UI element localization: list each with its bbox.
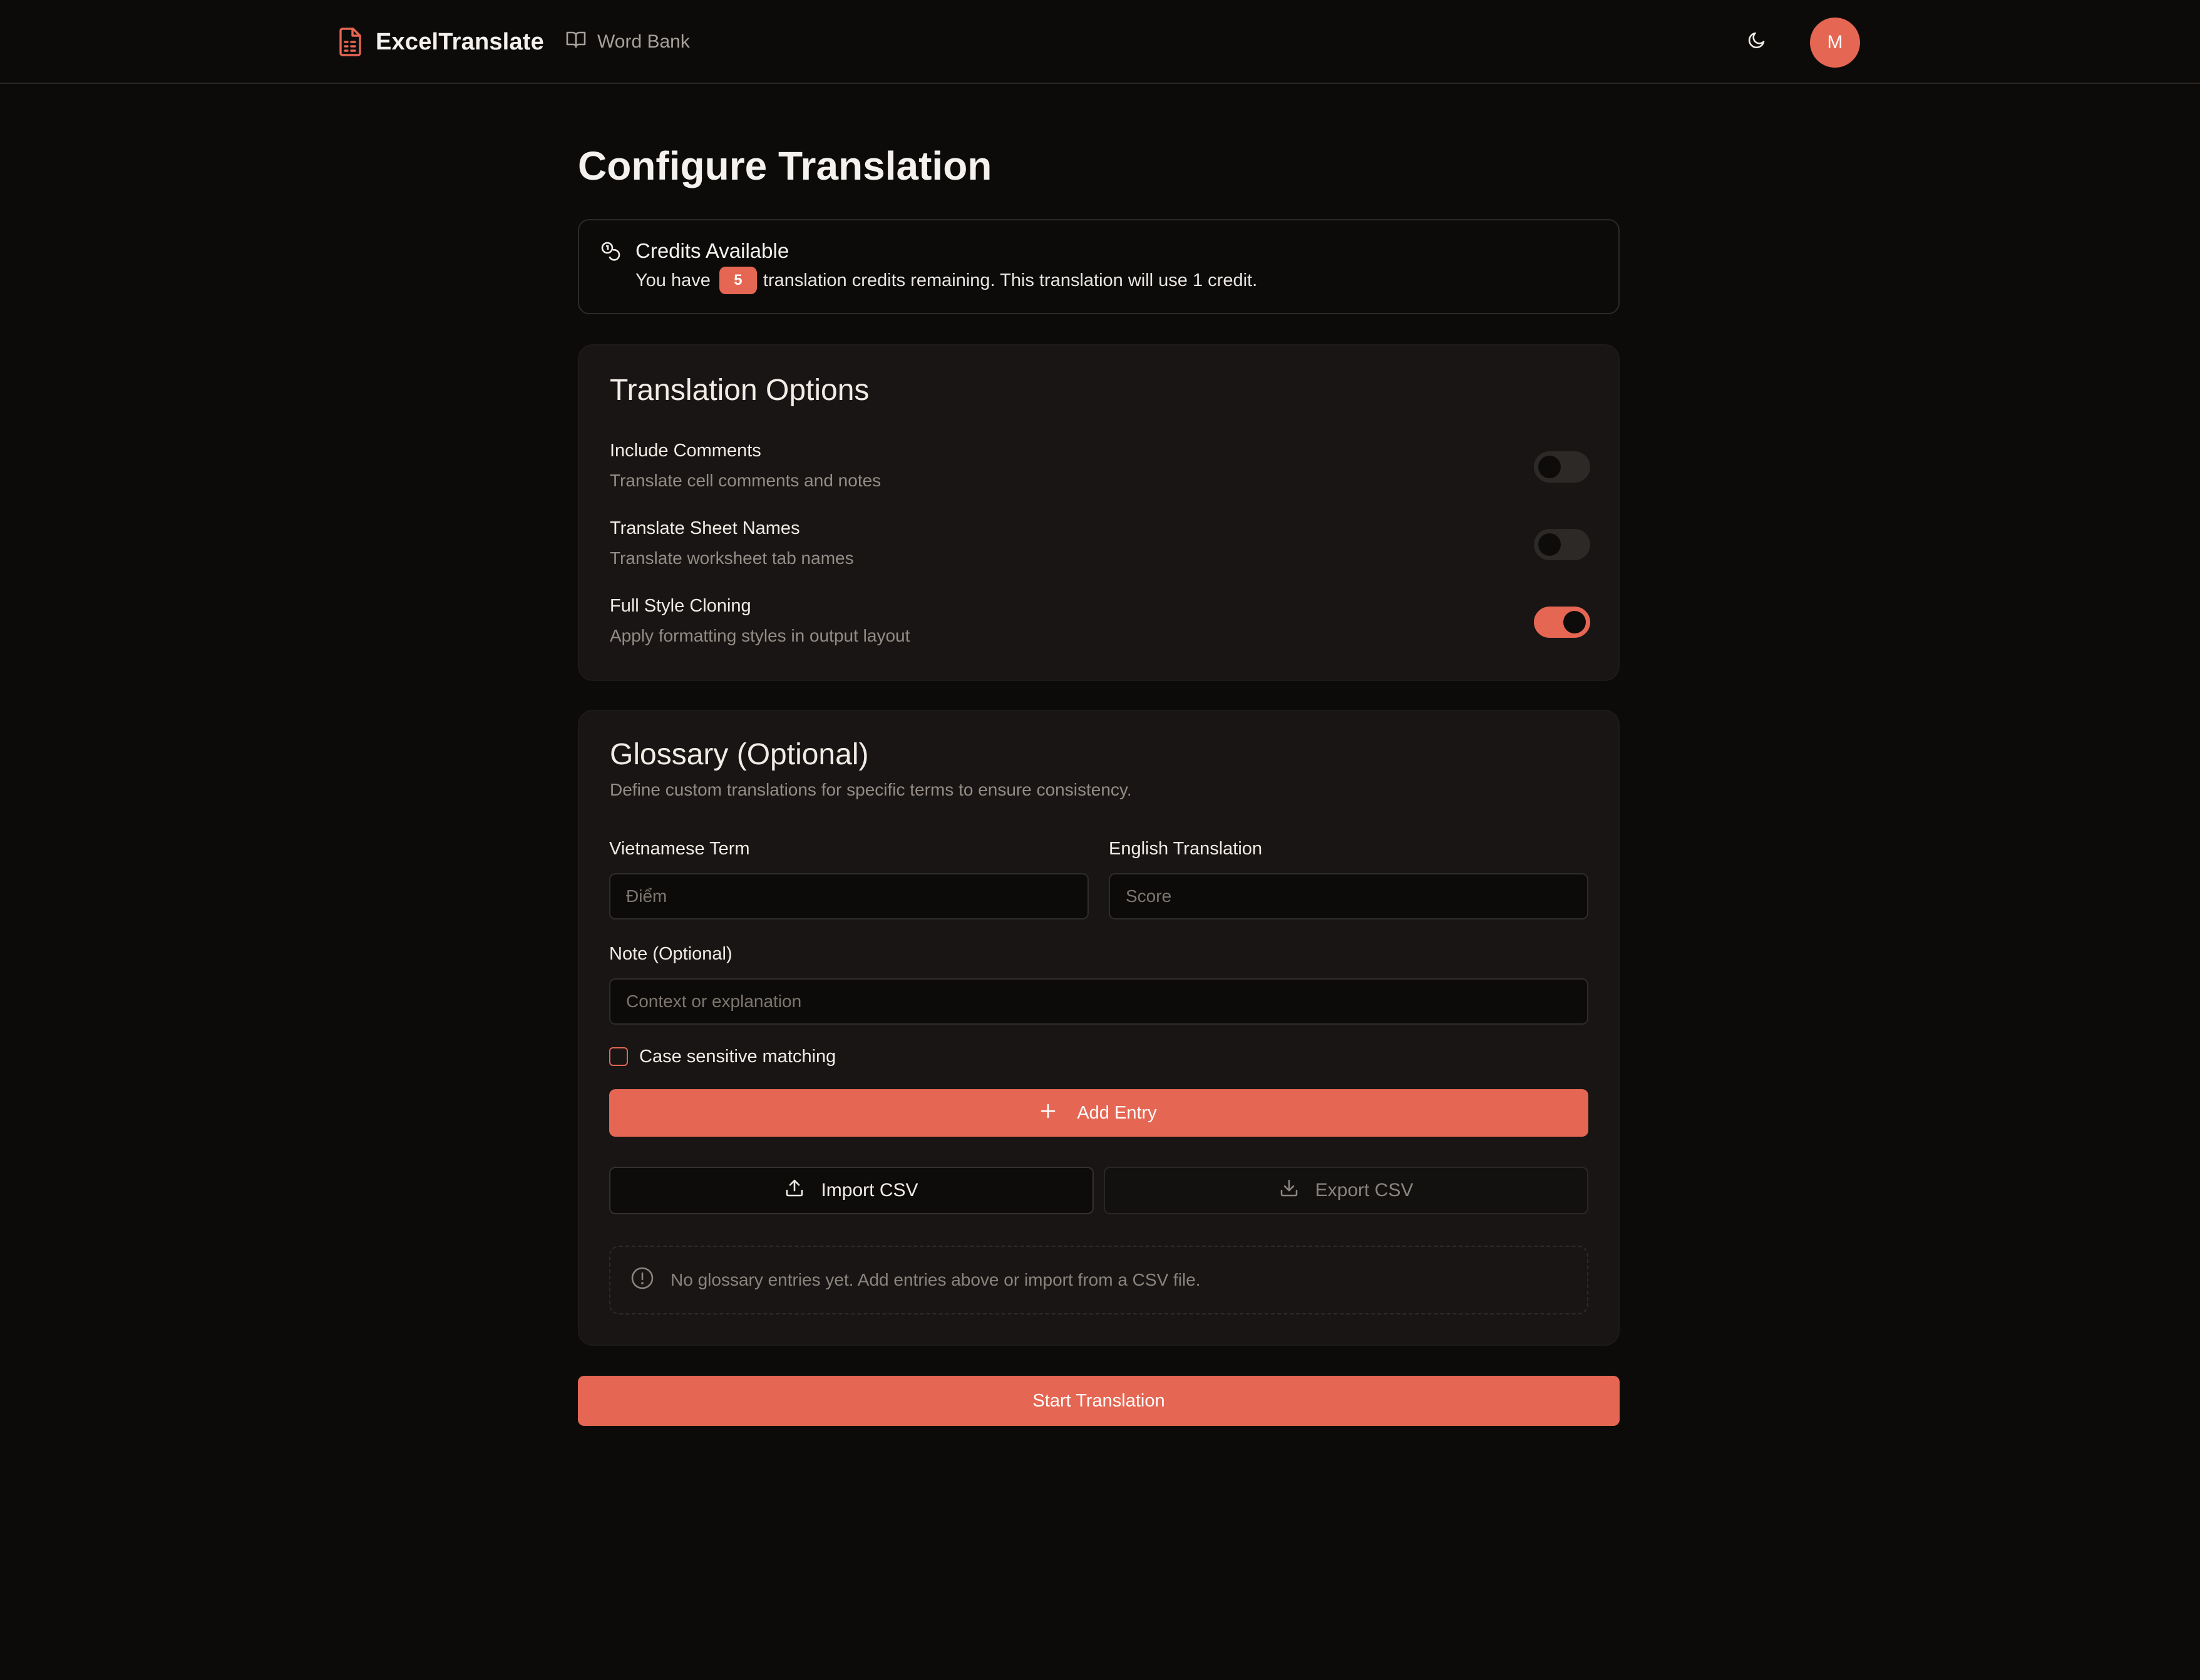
- add-entry-label: Add Entry: [1077, 1102, 1157, 1123]
- glossary-empty-state: No glossary entries yet. Add entries abo…: [609, 1246, 1588, 1314]
- upload-icon: [784, 1178, 804, 1203]
- credits-alert: Credits Available You have 5 translation…: [578, 219, 1620, 314]
- export-csv-label: Export CSV: [1315, 1180, 1414, 1201]
- note-label: Note (Optional): [609, 944, 732, 964]
- credits-message: You have 5 translation credits remaining…: [635, 265, 1257, 295]
- credits-text-before: You have: [635, 270, 711, 290]
- moon-icon: [1747, 30, 1767, 53]
- english-translation-label: English Translation: [1109, 839, 1263, 859]
- add-entry-button[interactable]: Add Entry: [609, 1089, 1588, 1137]
- credits-title: Credits Available: [635, 239, 789, 262]
- option-include-comments: Include Comments Translate cell comments…: [610, 441, 1590, 497]
- option-description: Apply formatting styles in output layout: [610, 626, 910, 645]
- vietnamese-term-input[interactable]: [609, 873, 1089, 919]
- vietnamese-term-label: Vietnamese Term: [609, 839, 750, 859]
- option-description: Translate cell comments and notes: [610, 471, 882, 490]
- option-label: Include Comments: [610, 441, 761, 461]
- include-comments-toggle[interactable]: [1534, 451, 1590, 483]
- page-title: Configure Translation: [578, 143, 992, 188]
- nav-word-bank-label: Word Bank: [597, 31, 690, 52]
- case-sensitive-checkbox[interactable]: [609, 1047, 628, 1066]
- theme-toggle-button[interactable]: [1744, 29, 1769, 54]
- english-translation-input[interactable]: [1109, 873, 1588, 919]
- credits-count-badge: 5: [719, 267, 757, 294]
- toggle-knob: [1538, 533, 1561, 556]
- import-csv-button[interactable]: Import CSV: [609, 1167, 1094, 1214]
- nav-word-bank-link[interactable]: Word Bank: [566, 29, 690, 54]
- note-input[interactable]: [609, 978, 1588, 1025]
- case-sensitive-option[interactable]: Case sensitive matching: [609, 1044, 836, 1069]
- plus-icon: [1041, 1103, 1056, 1124]
- brand-logo-link[interactable]: ExcelTranslate: [338, 26, 544, 58]
- full-style-cloning-toggle[interactable]: [1534, 607, 1590, 638]
- glossary-title: Glossary (Optional): [610, 738, 869, 771]
- import-csv-label: Import CSV: [821, 1180, 918, 1201]
- export-csv-button[interactable]: Export CSV: [1104, 1167, 1588, 1214]
- translate-sheet-names-toggle[interactable]: [1534, 529, 1590, 560]
- start-translation-button[interactable]: Start Translation: [578, 1376, 1620, 1426]
- glossary-description: Define custom translations for specific …: [610, 780, 1132, 799]
- spreadsheet-file-icon: [338, 28, 362, 56]
- top-nav-bar: ExcelTranslate Word Bank M: [0, 0, 2200, 84]
- option-description: Translate worksheet tab names: [610, 548, 854, 568]
- toggle-knob: [1538, 456, 1561, 478]
- download-icon: [1279, 1178, 1299, 1203]
- book-open-icon: [566, 31, 586, 53]
- app-name: ExcelTranslate: [376, 28, 544, 55]
- info-circle-icon: [630, 1266, 654, 1294]
- credits-text-after: translation credits remaining. This tran…: [763, 270, 1258, 290]
- toggle-knob: [1563, 611, 1586, 633]
- option-translate-sheet-names: Translate Sheet Names Translate workshee…: [610, 518, 1590, 575]
- translation-options-title: Translation Options: [610, 374, 870, 407]
- option-full-style-cloning: Full Style Cloning Apply formatting styl…: [610, 596, 1590, 652]
- case-sensitive-label: Case sensitive matching: [639, 1046, 836, 1067]
- translation-options-card: Translation Options Include Comments Tra…: [578, 344, 1620, 681]
- coins-icon: [600, 240, 621, 265]
- empty-state-message: No glossary entries yet. Add entries abo…: [671, 1270, 1201, 1289]
- user-avatar-button[interactable]: M: [1810, 18, 1860, 68]
- option-label: Translate Sheet Names: [610, 518, 800, 538]
- option-label: Full Style Cloning: [610, 596, 751, 616]
